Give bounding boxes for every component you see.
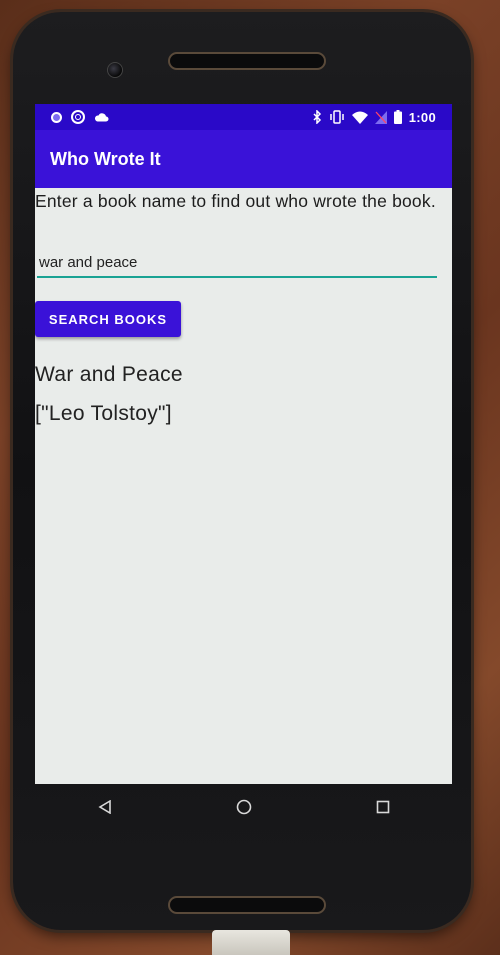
status-bar: 1:00 [35,104,452,130]
vibrate-icon [329,110,345,124]
target-ring-icon [71,110,85,124]
bluetooth-icon [313,110,322,124]
home-icon [236,799,252,820]
back-button[interactable] [85,789,125,829]
top-speaker-grille [168,52,326,70]
app-bar: Who Wrote It [35,130,452,188]
front-camera [107,62,123,78]
cloud-icon [94,112,109,122]
bottom-speaker-grille [168,896,326,914]
wifi-icon [351,111,368,124]
search-books-button[interactable]: SEARCH BOOKS [35,301,181,337]
battery-icon [393,110,402,124]
result-book-title: War and Peace [35,363,183,386]
navigation-bar [35,784,452,834]
home-button[interactable] [224,789,264,829]
recents-button[interactable] [363,789,403,829]
instructions-text: Enter a book name to find out who wrote … [35,191,436,211]
app-title: Who Wrote It [50,148,161,169]
status-time: 1:00 [408,109,436,125]
notification-dot-icon [51,111,62,123]
result-author: ["Leo Tolstoy"] [35,402,172,425]
phone-screen: 1:00 Who Wrote It Enter a book name to f… [35,104,452,784]
back-icon [97,799,112,819]
book-search-input[interactable] [37,250,437,278]
usb-cable [212,930,290,955]
signal-off-icon [374,110,387,124]
recents-icon [376,800,390,819]
